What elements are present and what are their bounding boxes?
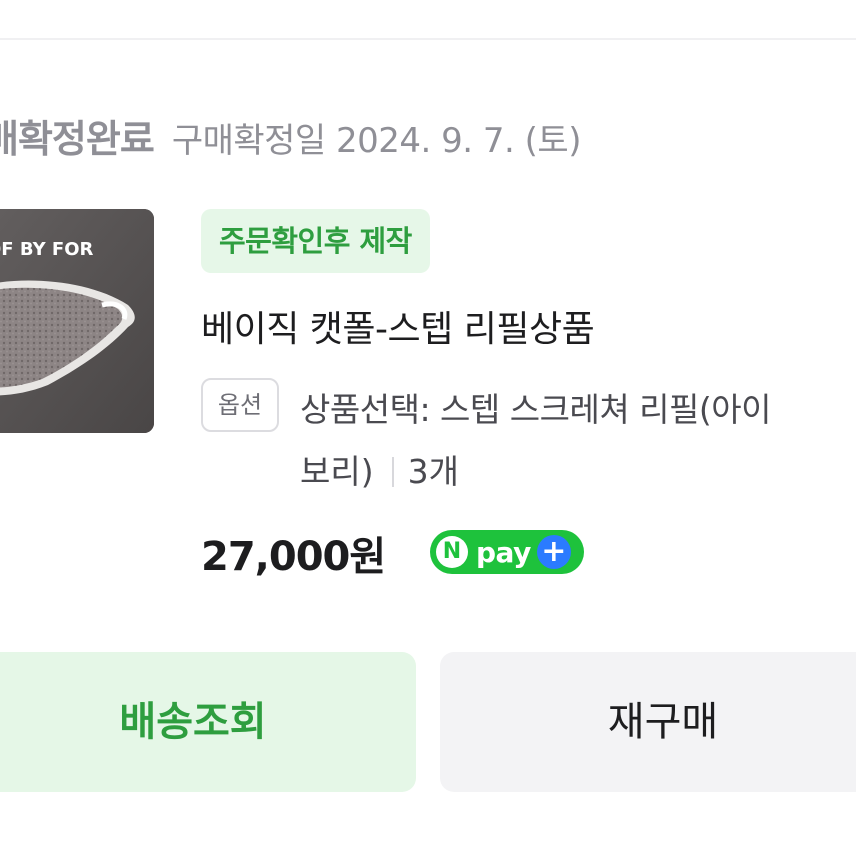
product-price: 27,000원	[201, 534, 386, 580]
order-card: 매확정완료 구매확정일 2024. 9. 7. (토) OF BY FOR	[0, 0, 856, 856]
top-divider	[0, 38, 856, 40]
thumbnail-brand-text: OF BY FOR	[0, 239, 93, 260]
product-thumbnail[interactable]: OF BY FOR	[0, 209, 154, 433]
product-quantity: 3개	[407, 452, 459, 491]
option-separator	[391, 457, 394, 487]
option-text-line2: 보리)	[300, 452, 374, 491]
track-delivery-button[interactable]: 배송조회	[0, 652, 416, 792]
option-chip: 옵션	[201, 378, 279, 432]
purchase-confirm-date: 구매확정일 2024. 9. 7. (토)	[171, 121, 582, 161]
option-text-line1: 상품선택: 스텝 스크레쳐 리필(아이	[300, 390, 772, 429]
plus-icon: +	[536, 535, 571, 569]
option-selection-text: 상품선택: 스텝 스크레쳐 리필(아이	[300, 382, 856, 438]
rebuy-button[interactable]: 재구매	[440, 652, 856, 792]
made-to-order-badge: 주문확인후 제작	[201, 209, 430, 273]
order-status-row: 매확정완료 구매확정일 2024. 9. 7. (토)	[0, 108, 581, 163]
product-name[interactable]: 베이직 캣폴-스텝 리필상품	[201, 300, 595, 352]
npay-n-icon: N	[436, 536, 468, 568]
npay-label: pay	[476, 535, 531, 569]
order-status-label: 매확정완료	[0, 117, 155, 161]
option-detail-line2: 보리) 3개	[300, 444, 459, 500]
npay-plus-badge: N pay +	[430, 530, 584, 574]
